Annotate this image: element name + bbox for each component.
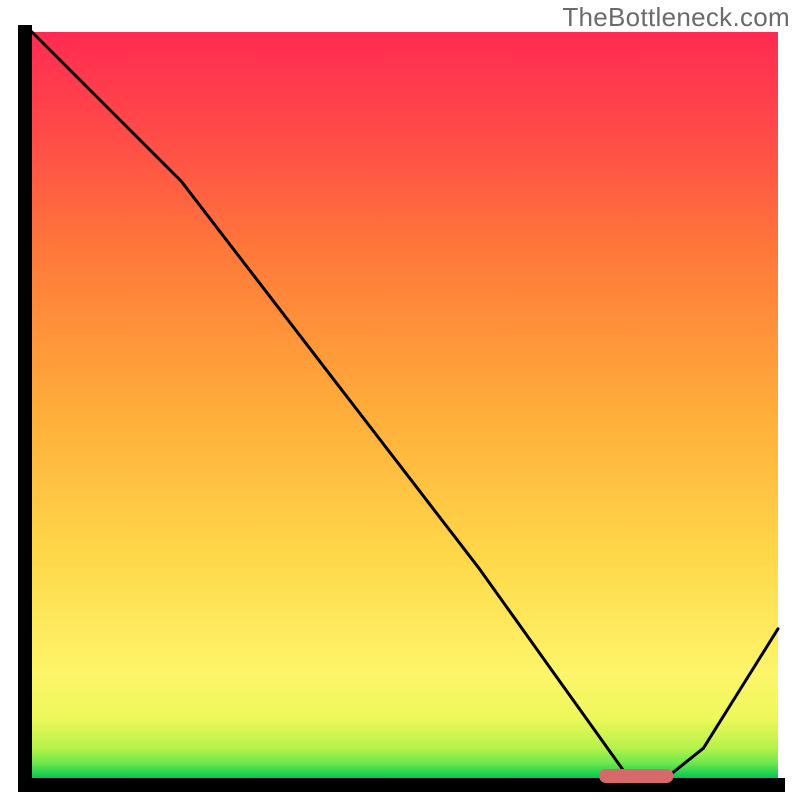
chart-svg bbox=[0, 0, 800, 800]
optimal-range-marker bbox=[599, 769, 674, 783]
bottleneck-chart: TheBottleneck.com bbox=[0, 0, 800, 800]
